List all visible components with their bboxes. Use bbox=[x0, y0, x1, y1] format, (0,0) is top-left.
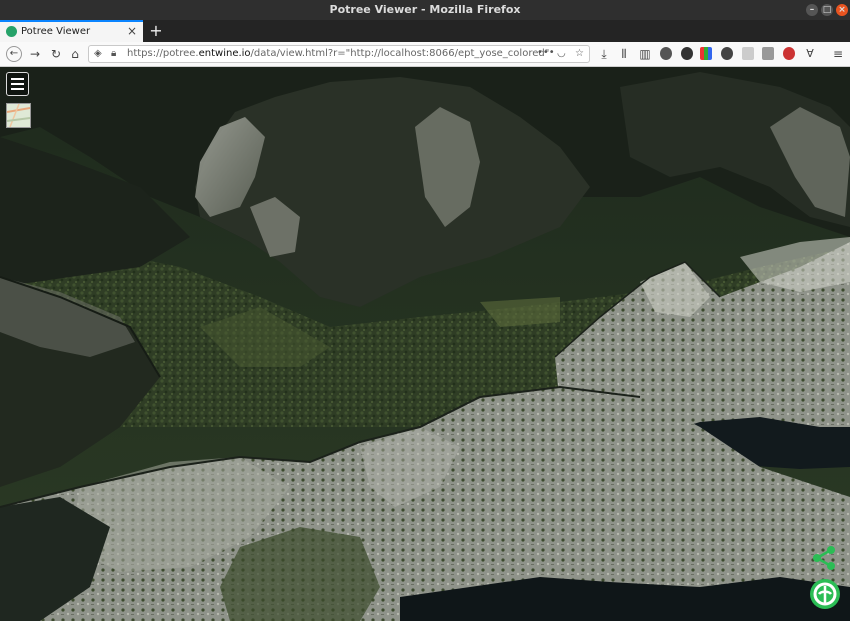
window-title: Potree Viewer - Mozilla Firefox bbox=[329, 3, 521, 16]
sidebar-icon[interactable]: ▥ bbox=[637, 46, 653, 62]
close-window-button[interactable]: × bbox=[836, 4, 848, 16]
potree-favicon-icon bbox=[6, 26, 17, 37]
back-arrow-icon[interactable]: ← bbox=[6, 46, 22, 62]
extension-circle-icon[interactable] bbox=[681, 47, 693, 60]
share-icon[interactable] bbox=[811, 545, 837, 571]
extension-color-icon[interactable] bbox=[700, 47, 712, 60]
downloads-icon[interactable]: ⤓ bbox=[596, 46, 612, 62]
account-icon[interactable] bbox=[721, 47, 733, 60]
tab-close-icon[interactable]: × bbox=[127, 24, 137, 38]
forward-arrow-icon[interactable]: → bbox=[27, 46, 43, 62]
extension-puzzle-icon[interactable] bbox=[783, 47, 795, 60]
new-tab-button[interactable]: + bbox=[148, 21, 164, 40]
potree-render-area[interactable] bbox=[0, 67, 850, 621]
tab-potree-viewer[interactable]: Potree Viewer × bbox=[0, 20, 143, 42]
library-icon[interactable]: ⫴ bbox=[616, 46, 632, 62]
reload-icon[interactable]: ↻ bbox=[48, 46, 64, 62]
navigation-toolbar: ← → ↻ ⌂ ◈ 🔒︎ https://potree.entwine.io/d… bbox=[0, 42, 850, 67]
map-icon[interactable] bbox=[6, 103, 31, 128]
lock-icon[interactable]: 🔒︎ bbox=[111, 48, 116, 59]
hamburger-menu-icon[interactable]: ≡ bbox=[830, 46, 846, 62]
point-cloud-scene bbox=[0, 67, 850, 621]
window-titlebar: Potree Viewer - Mozilla Firefox – □ × bbox=[0, 0, 850, 20]
url-bar[interactable]: ◈ 🔒︎ https://potree.entwine.io/data/view… bbox=[88, 45, 590, 63]
sidebar-menu-icon[interactable] bbox=[6, 72, 29, 96]
shield-icon[interactable]: ◈ bbox=[94, 48, 102, 59]
potree-logo-icon[interactable] bbox=[809, 578, 841, 610]
bookmark-star-icon[interactable]: ☆ bbox=[575, 48, 584, 59]
maximize-button[interactable]: □ bbox=[821, 4, 833, 16]
extension-blank-icon[interactable] bbox=[742, 47, 754, 60]
extension-globe-icon[interactable] bbox=[660, 47, 672, 60]
tab-bar: Potree Viewer × + bbox=[0, 20, 850, 42]
tab-title: Potree Viewer bbox=[21, 26, 91, 37]
minimize-button[interactable]: – bbox=[806, 4, 818, 16]
extension-v-icon[interactable]: ∀ bbox=[802, 46, 818, 62]
extension-screenshot-icon[interactable] bbox=[762, 47, 774, 60]
pocket-icon[interactable]: ◡ bbox=[557, 48, 566, 59]
home-icon[interactable]: ⌂ bbox=[67, 46, 83, 62]
page-actions-icon[interactable]: ••• bbox=[537, 47, 555, 58]
url-text[interactable]: https://potree.entwine.io/data/view.html… bbox=[127, 48, 549, 59]
